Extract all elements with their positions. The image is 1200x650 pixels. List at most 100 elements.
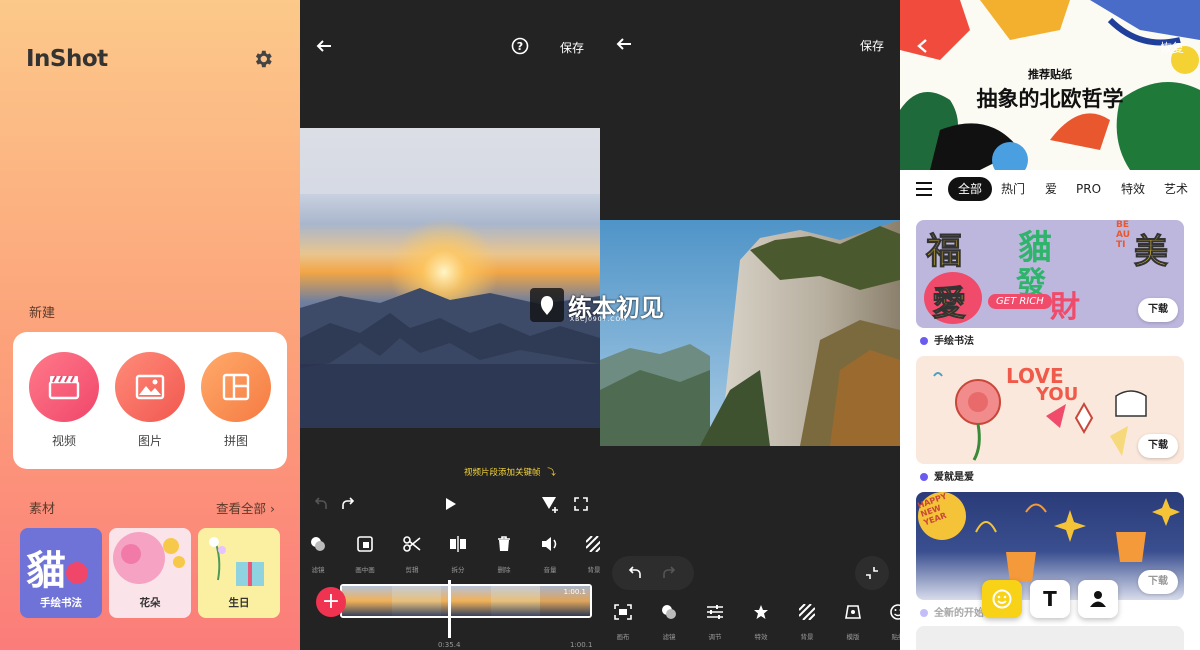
tab-love[interactable]: 爱 — [1045, 177, 1057, 201]
adjust-sliders-icon — [707, 605, 723, 619]
watermark-sub: XBCJ0907.COM — [570, 316, 628, 323]
sticker-art-love: 愛 — [932, 284, 967, 325]
canvas-icon — [614, 604, 632, 620]
collapse-icon — [866, 567, 878, 579]
menu-icon[interactable] — [916, 182, 932, 196]
playhead[interactable] — [448, 580, 451, 638]
new-video-button[interactable]: 视频 — [29, 352, 99, 449]
timeline-frame — [391, 586, 442, 616]
tool-pip[interactable]: 画中画 — [345, 536, 385, 574]
tab-effects[interactable]: 特效 — [1121, 177, 1145, 201]
tool-filter[interactable]: 滤镜 — [300, 536, 338, 574]
see-all-link[interactable]: 查看全部 › — [216, 498, 275, 517]
material-birthday[interactable]: 生日 — [198, 528, 280, 618]
tab-hot[interactable]: 热门 — [1001, 177, 1025, 201]
chevron-left-icon[interactable] — [916, 38, 928, 54]
banner-subtitle: 推荐贴纸 — [1028, 68, 1072, 81]
save-button[interactable]: 保存 — [860, 37, 884, 54]
tool-sticker[interactable]: 贴纸 — [878, 604, 900, 641]
star-icon — [754, 605, 768, 619]
sticker-art-beauty: 美 — [1134, 232, 1169, 273]
filter-icon — [311, 537, 325, 551]
gear-icon[interactable] — [252, 48, 274, 70]
new-photo-button[interactable]: 图片 — [115, 352, 185, 449]
sticker-pack-title: 手绘书法 — [920, 332, 974, 347]
back-arrow-icon[interactable] — [616, 36, 632, 52]
undo-icon[interactable] — [628, 566, 642, 580]
tool-adjust[interactable]: 调节 — [695, 604, 735, 641]
tool-label: 背景 — [587, 566, 601, 574]
undo-icon[interactable] — [314, 497, 328, 511]
tab-pro[interactable]: PRO — [1076, 177, 1101, 201]
tool-cut[interactable]: 剪辑 — [392, 536, 432, 574]
clapperboard-icon — [48, 375, 80, 400]
featured-banner[interactable]: 推荐贴纸 抽象的北欧哲学 恢复 — [900, 0, 1200, 170]
redo-icon[interactable] — [341, 497, 355, 511]
background-stripes-icon — [585, 535, 600, 553]
material-calligraphy-label: 手绘书法 — [40, 597, 82, 609]
current-timecode: 0:35.4 — [438, 641, 461, 649]
material-calligraphy[interactable]: 貓 手绘书法 — [20, 528, 102, 618]
background-stripes-icon — [798, 603, 816, 621]
carousel-dots — [1034, 160, 1058, 170]
tool-split[interactable]: 拆分 — [438, 536, 478, 574]
tool-template[interactable]: 模版 — [833, 604, 873, 641]
redo-icon[interactable] — [662, 566, 676, 580]
volume-icon — [542, 537, 557, 551]
tool-label: 模版 — [846, 633, 860, 641]
new-collage-button[interactable]: 拼图 — [201, 352, 271, 449]
watermark-logo-icon — [530, 288, 564, 322]
collapse-button[interactable] — [855, 556, 889, 590]
sticker-art-get-rich: GET RICH — [988, 294, 1052, 309]
back-arrow-icon[interactable] — [316, 38, 332, 54]
download-button[interactable]: 下载 — [1138, 298, 1178, 322]
tool-label: 删除 — [497, 566, 511, 574]
tool-background[interactable]: 背景 — [787, 603, 827, 641]
video-timeline[interactable]: 1:00.1 — [340, 584, 592, 618]
sticker-pack-calligraphy[interactable]: 福 貓 BE AU TI 美 愛 發 GET RICH 財 下载 — [916, 220, 1184, 328]
restore-button[interactable]: 恢复 — [1160, 39, 1184, 56]
next-sticker-pack-card[interactable] — [916, 626, 1184, 650]
tool-effects[interactable]: 特效 — [741, 604, 781, 641]
play-icon[interactable] — [445, 497, 457, 511]
download-button[interactable]: 下载 — [1138, 434, 1178, 458]
scissors-icon — [403, 536, 421, 552]
save-button[interactable]: 保存 — [560, 39, 584, 56]
smiley-icon — [890, 604, 900, 620]
tool-label: 画布 — [616, 633, 630, 641]
material-flowers[interactable]: 花朵 — [109, 528, 191, 618]
tool-filter[interactable]: 滤镜 — [649, 604, 689, 641]
tab-art[interactable]: 艺术 — [1164, 177, 1188, 201]
you-text: YOU — [1036, 384, 1079, 405]
tool-canvas[interactable]: 画布 — [603, 604, 643, 641]
new-collage-label: 拼图 — [223, 434, 248, 448]
timeline-frame — [342, 586, 392, 616]
sticker-store-screen: 推荐贴纸 抽象的北欧哲学 恢复 全部 热门 爱 PRO 特效 艺术 福 貓 BE… — [900, 0, 1200, 650]
cutout-fab[interactable] — [1078, 580, 1118, 618]
tool-label: 特效 — [754, 633, 768, 641]
timeline-frame — [490, 586, 541, 616]
material-flowers-label: 花朵 — [139, 597, 161, 609]
calligraphy-art: 貓 — [26, 547, 66, 594]
text-fab[interactable]: T — [1030, 580, 1070, 618]
text-icon: T — [1043, 587, 1057, 611]
fullscreen-icon[interactable] — [574, 497, 588, 511]
tool-delete[interactable]: 删除 — [484, 536, 524, 574]
sticker-pack-love[interactable]: LOVE YOU 下载 — [916, 356, 1184, 464]
download-button[interactable]: 下载 — [1138, 570, 1178, 594]
tab-all[interactable]: 全部 — [948, 177, 993, 201]
tool-label: 贴纸 — [891, 633, 901, 641]
tool-background[interactable]: 背景 — [574, 535, 601, 574]
tool-label: 背景 — [800, 633, 814, 641]
tool-label: 调节 — [708, 633, 722, 641]
keyframe-add-icon[interactable] — [541, 495, 559, 513]
photo-preview — [600, 220, 900, 446]
curved-arrow-icon: ⤵ — [547, 468, 556, 478]
help-circle-icon[interactable]: ? — [511, 37, 529, 55]
svg-text:?: ? — [517, 40, 523, 53]
sticker-fab[interactable] — [982, 580, 1022, 618]
add-clip-button[interactable]: + — [316, 587, 346, 617]
person-icon — [1090, 591, 1106, 607]
tool-volume[interactable]: 音量 — [530, 536, 570, 574]
new-video-label: 视频 — [51, 434, 76, 448]
